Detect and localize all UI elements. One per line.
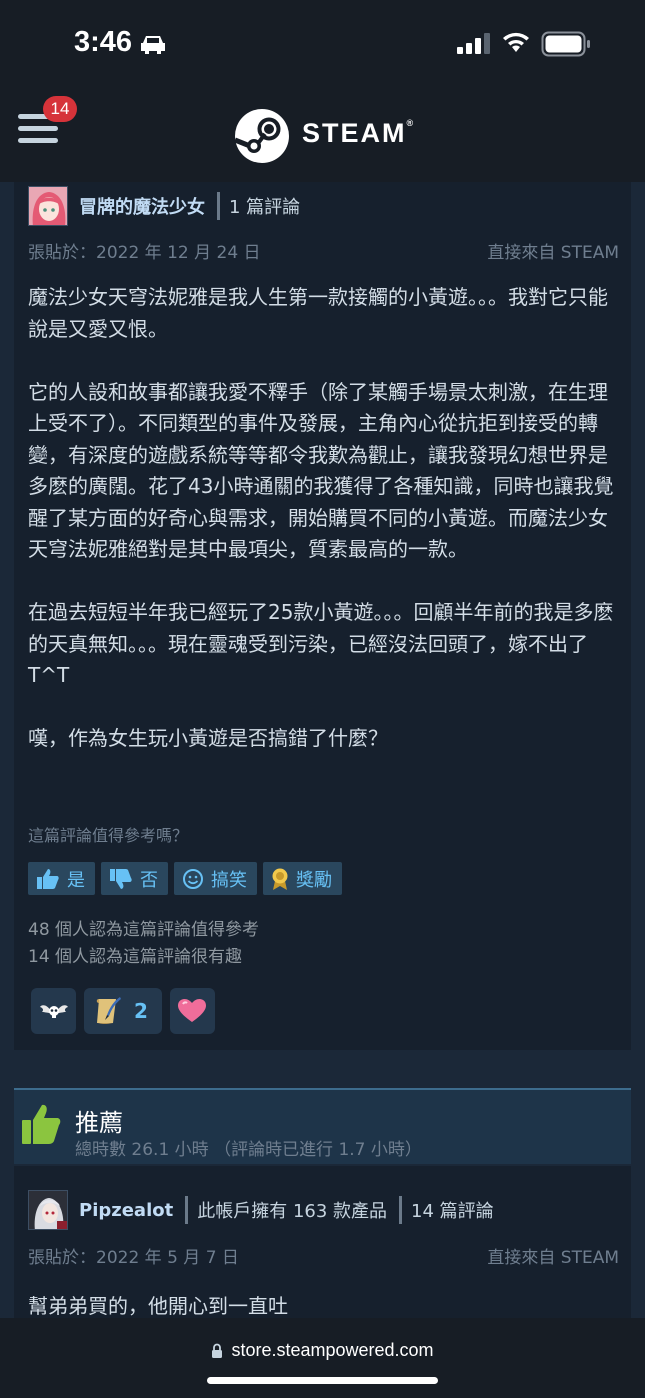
review-author-row: 冒牌的魔法少女 1 篇評論 [28,186,300,226]
award-button[interactable]: 獎勵 [263,862,342,895]
helpful-count: 48 個人認為這篇評論值得參考 [28,920,260,940]
funny-count: 14 個人認為這篇評論很有趣 [28,947,243,967]
review-author-row: Pipzealot 此帳戶擁有 163 款產品 14 篇評論 [28,1190,494,1230]
registered-mark: ® [406,118,414,128]
playtime: 總時數 26.1 小時 （評論時已進行 1.7 小時） [75,1140,422,1160]
posted-source: 直接來自 STEAM [487,243,619,263]
winged-skull-icon [39,1005,68,1018]
vote-yes-button[interactable]: 是 [28,862,95,895]
avatar-anime-girl-icon [29,187,67,225]
smiley-icon [183,868,203,889]
author-products[interactable]: 此帳戶擁有 163 款產品 [197,1197,387,1223]
author-name[interactable]: Pipzealot [79,1200,173,1221]
review-paragraph: 魔法少女天穹法妮雅是我人生第一款接觸的小黃遊。。。我對它只能說是又愛又恨。 [28,285,608,341]
url-text: store.steampowered.com [231,1340,434,1360]
thumbs-up-icon [22,1104,61,1144]
vote-no-button[interactable]: 否 [101,862,168,895]
helpful-question: 這篇評論值得參考嗎？ [28,826,189,845]
author-name[interactable]: 冒牌的魔法少女 [79,193,205,219]
award-chip[interactable] [169,988,215,1034]
vote-summary: 48 個人認為這篇評論值得參考 14 個人認為這篇評論很有趣 [28,917,259,971]
status-time: 3:46 [74,26,133,58]
thumbs-up-icon [37,868,59,889]
divider [217,192,220,220]
steam-wordmark[interactable]: STEAM® [302,118,413,149]
review-card: 冒牌的魔法少女 1 篇評論 張貼於：2022 年 12 月 24 日 直接來自 … [14,182,631,1050]
award-chip[interactable] [31,988,76,1034]
review-paragraph: 在過去短短半年我已經玩了25款小黃遊。。。回顧半年前的我是多麽的天真無知。。。現… [28,600,614,687]
vote-no-label: 否 [140,869,158,891]
home-indicator[interactable] [207,1377,438,1384]
url-field[interactable]: store.steampowered.com [0,1340,645,1361]
recommendation-title: 推薦 [75,1109,123,1137]
thumbs-down-icon [110,868,132,889]
posted-source: 直接來自 STEAM [487,1248,619,1268]
posted-date: 張貼於：2022 年 12 月 24 日 [28,243,261,263]
avatar[interactable] [28,1190,68,1230]
award-count: 2 [134,999,148,1023]
lock-icon [212,1343,223,1358]
scroll-quill-icon [96,997,121,1024]
award-chip[interactable]: 2 [84,988,162,1034]
avatar[interactable] [28,186,68,226]
review-body: 幫弟弟買的，他開心到一直吐 [28,1294,288,1318]
brand-text: STEAM [302,118,407,148]
vote-yes-label: 是 [67,869,85,891]
posted-date: 張貼於：2022 年 5 月 7 日 [28,1248,239,1268]
steam-logo-icon[interactable] [234,108,290,164]
review-paragraph: 嘆，作為女生玩小黃遊是否搞錯了什麼？ [28,726,388,750]
heart-icon [178,999,207,1022]
car-icon [141,36,165,54]
browser-address-bar: store.steampowered.com [0,1318,645,1398]
review-paragraph: 它的人設和故事都讓我愛不釋手（除了某觸手場景太刺激，在生理上受不了）。不同類型的… [28,379,614,562]
vote-funny-button[interactable]: 搞笑 [174,862,257,895]
wifi-icon [503,32,529,52]
divider [185,1196,189,1224]
battery-icon [541,31,590,57]
vote-funny-label: 搞笑 [211,869,247,891]
author-review-count[interactable]: 1 篇評論 [229,193,300,219]
author-review-count[interactable]: 14 篇評論 [411,1197,494,1223]
award-label: 獎勵 [296,869,332,891]
award-ribbon-icon [272,868,288,890]
divider [399,1196,403,1224]
vote-buttons: 是 否 搞笑 獎勵 [28,862,342,895]
recommendation-header[interactable]: 推薦 總時數 26.1 小時 （評論時已進行 1.7 小時） [14,1088,631,1164]
review-body: 魔法少女天穹法妮雅是我人生第一款接觸的小黃遊。。。我對它只能說是又愛又恨。 它的… [28,282,622,786]
awards-row: 2 [31,988,215,1034]
notification-badge: 14 [43,96,77,122]
review-card: Pipzealot 此帳戶擁有 163 款產品 14 篇評論 張貼於：2022 … [14,1166,631,1326]
cell-signal-icon [457,33,490,54]
avatar-character-icon [29,1191,67,1229]
status-bar: 3:46 [0,0,645,88]
hamburger-icon-bar [18,126,58,131]
hamburger-icon-bar [18,138,58,143]
